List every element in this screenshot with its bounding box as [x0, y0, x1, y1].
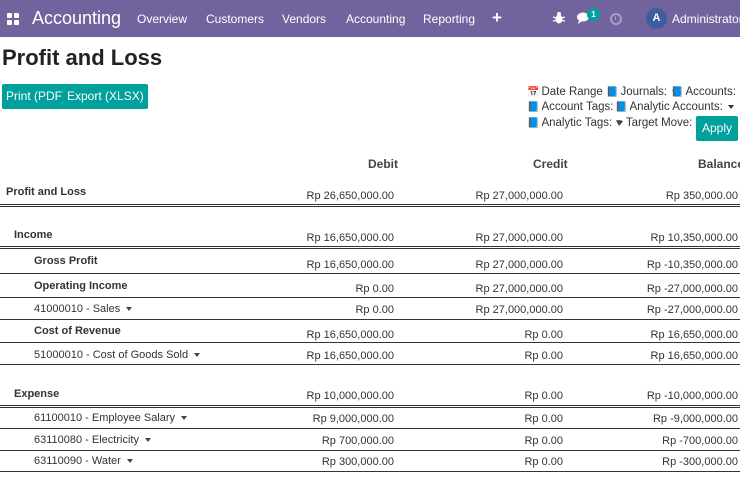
book-icon: 📘	[527, 117, 540, 129]
row-balance: Rp -27,000,000.00	[646, 283, 738, 295]
row-label: Gross Profit	[34, 255, 98, 267]
export-xlsx-button[interactable]: Export (XLSX)	[63, 84, 148, 109]
apply-button[interactable]: Apply	[696, 116, 738, 141]
row-debit: Rp 10,000,000.00	[306, 390, 394, 402]
row-credit: Rp 27,000,000.00	[475, 283, 563, 295]
row-label: Cost of Revenue	[34, 325, 121, 337]
top-navbar: Accounting Overview Customers Vendors Ac…	[0, 0, 740, 37]
analytic-tags-filter[interactable]: 📘 Analytic Tags:	[527, 117, 624, 129]
book-icon: 📘	[671, 86, 684, 98]
row-balance: Rp 350,000.00	[665, 190, 738, 202]
debit-header: Debit	[368, 157, 398, 171]
row-divider	[0, 471, 740, 472]
account-link[interactable]: 63110090 - Water	[34, 455, 133, 467]
page-title: Profit and Loss	[2, 45, 163, 70]
row-balance: Rp -700,000.00	[662, 435, 738, 447]
row-debit: Rp 16,650,000.00	[306, 350, 394, 362]
row-label: Expense	[14, 388, 60, 400]
bug-icon[interactable]	[553, 11, 565, 25]
chevron-down-icon[interactable]	[181, 416, 188, 421]
chevron-down-icon[interactable]	[126, 307, 133, 312]
print-pdf-button[interactable]: Print (PDF)	[2, 84, 70, 109]
account-link[interactable]: 51000010 - Cost of Goods Sold	[34, 349, 201, 361]
row-credit: Rp 0.00	[524, 456, 563, 468]
row-divider	[0, 297, 740, 298]
journals-filter[interactable]: 📘 Journals:	[606, 86, 679, 98]
row-divider	[0, 273, 740, 274]
date-range-filter[interactable]: 📅 Date Range	[527, 86, 614, 98]
row-debit: Rp 700,000.00	[321, 435, 394, 447]
row-debit: Rp 16,650,000.00	[306, 329, 394, 341]
account-link[interactable]: 41000010 - Sales	[34, 303, 133, 315]
row-debit: Rp 26,650,000.00	[306, 190, 394, 202]
row-divider	[0, 450, 740, 451]
menu-customers[interactable]: Customers	[206, 12, 264, 26]
filter-icon: ▼	[614, 117, 624, 129]
row-credit: Rp 0.00	[524, 329, 563, 341]
analytic-accounts-filter[interactable]: 📘 Analytic Accounts:	[615, 101, 734, 113]
row-balance: Rp -10,350,000.00	[646, 259, 738, 271]
row-credit: Rp 0.00	[524, 435, 563, 447]
row-credit: Rp 27,000,000.00	[475, 232, 563, 244]
row-debit: Rp 0.00	[355, 304, 394, 316]
row-divider	[0, 246, 740, 249]
menu-accounting[interactable]: Accounting	[346, 12, 405, 26]
row-divider	[0, 428, 740, 429]
row-label: Profit and Loss	[6, 186, 87, 198]
accounts-filter[interactable]: 📘 Accounts:	[671, 86, 740, 98]
row-balance: Rp 16,650,000.00	[650, 350, 738, 362]
row-balance: Rp -300,000.00	[662, 456, 738, 468]
row-debit: Rp 16,650,000.00	[306, 232, 394, 244]
account-link[interactable]: 63110080 - Electricity	[34, 434, 151, 446]
row-divider	[0, 342, 740, 343]
activity-clock-icon[interactable]	[610, 13, 622, 25]
menu-vendors[interactable]: Vendors	[282, 12, 326, 26]
calendar-icon: 📅	[527, 86, 540, 98]
row-debit: Rp 16,650,000.00	[306, 259, 394, 271]
book-icon: 📘	[527, 101, 540, 113]
chevron-down-icon[interactable]	[126, 459, 133, 464]
row-balance: Rp -10,000,000.00	[646, 390, 738, 402]
row-divider	[0, 364, 740, 365]
account-tags-filter[interactable]: 📘 Account Tags:	[527, 101, 625, 113]
app-brand[interactable]: Accounting	[32, 8, 121, 29]
row-credit: Rp 27,000,000.00	[475, 259, 563, 271]
row-credit: Rp 27,000,000.00	[475, 190, 563, 202]
apps-menu-icon[interactable]	[7, 13, 19, 25]
row-debit: Rp 0.00	[355, 283, 394, 295]
row-divider	[0, 204, 740, 207]
user-avatar[interactable]: A	[646, 8, 667, 29]
row-divider	[0, 405, 740, 408]
chat-count-badge: 1	[587, 8, 600, 21]
row-balance: Rp 10,350,000.00	[650, 232, 738, 244]
menu-overview[interactable]: Overview	[137, 12, 187, 26]
plus-icon[interactable]: +	[492, 8, 502, 28]
account-link[interactable]: 61100010 - Employee Salary	[34, 412, 188, 424]
row-balance: Rp -9,000,000.00	[652, 413, 738, 425]
row-balance: Rp -27,000,000.00	[646, 304, 738, 316]
book-icon: 📘	[615, 101, 628, 113]
row-debit: Rp 9,000,000.00	[312, 413, 394, 425]
menu-reporting[interactable]: Reporting	[423, 12, 475, 26]
user-name[interactable]: Administrator (	[672, 12, 740, 26]
row-balance: Rp 16,650,000.00	[650, 329, 738, 341]
chevron-down-icon[interactable]	[194, 353, 201, 358]
credit-header: Credit	[533, 157, 568, 171]
chevron-down-icon	[727, 105, 734, 109]
row-label: Income	[14, 229, 53, 241]
row-label: Operating Income	[34, 280, 128, 292]
row-debit: Rp 300,000.00	[321, 456, 394, 468]
row-credit: Rp 0.00	[524, 413, 563, 425]
row-divider	[0, 319, 740, 320]
chevron-down-icon[interactable]	[144, 438, 151, 443]
row-credit: Rp 0.00	[524, 390, 563, 402]
balance-header: Balance	[698, 157, 740, 171]
row-credit: Rp 27,000,000.00	[475, 304, 563, 316]
book-icon: 📘	[606, 86, 619, 98]
target-move-filter[interactable]: ▼ Target Move:	[614, 117, 704, 129]
row-credit: Rp 0.00	[524, 350, 563, 362]
